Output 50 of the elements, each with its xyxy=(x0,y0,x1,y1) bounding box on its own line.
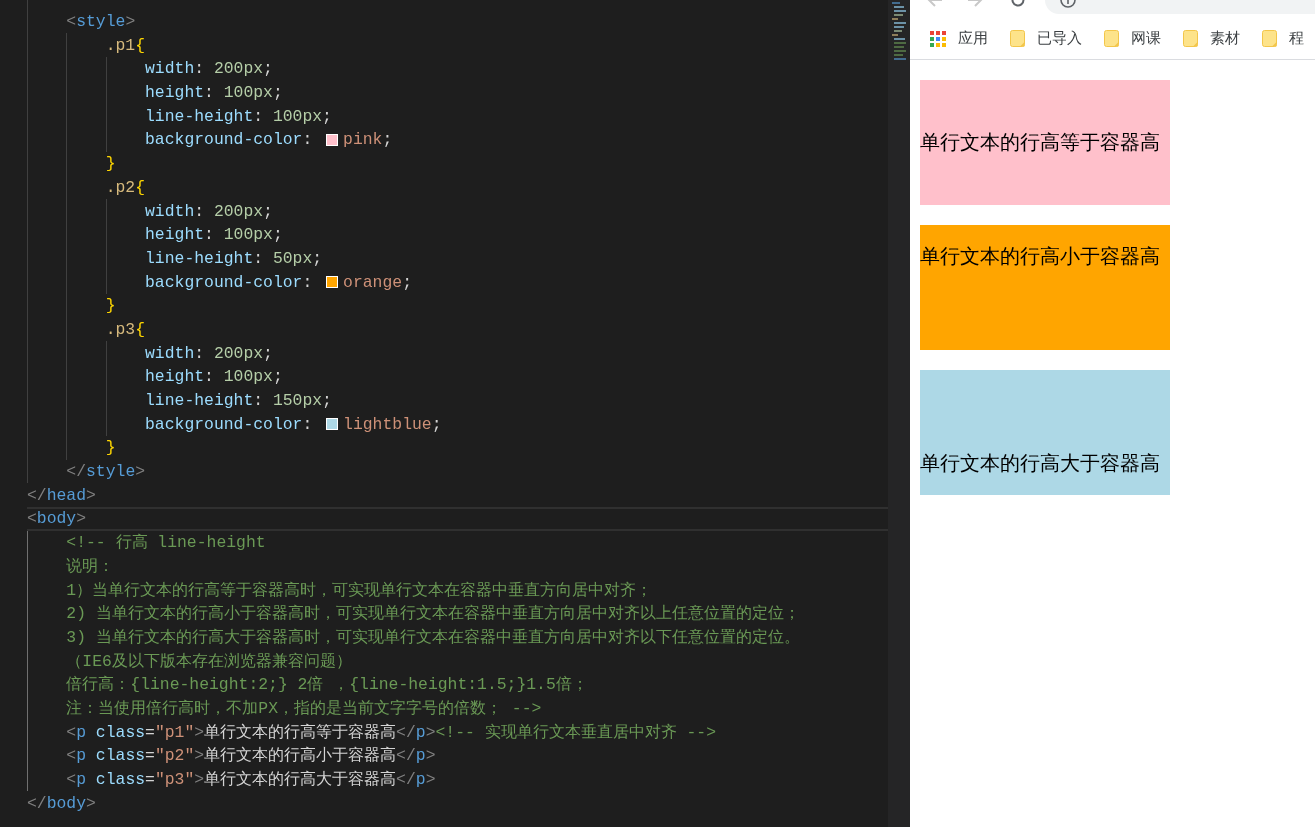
code-text: 1）当单行文本的行高等于容器高时，可实现单行文本在容器中垂直方向居中对齐； xyxy=(66,580,653,600)
code-text: .p1{ xyxy=(105,35,146,55)
code-text: .p2{ xyxy=(105,177,146,197)
paragraph-text: 单行文本的行高大于容器高 xyxy=(920,451,1160,477)
code-text: height: 100px; xyxy=(145,225,283,245)
code-text: pink; xyxy=(343,130,393,150)
bookmark-item[interactable]: 应用 xyxy=(930,29,988,48)
code-text: width: 200px; xyxy=(145,343,273,363)
code-text: height: 100px; xyxy=(145,367,283,387)
code-text: background-color: xyxy=(145,272,314,292)
bookmark-item[interactable]: 程 xyxy=(1262,29,1304,48)
code-text: <style> xyxy=(66,12,136,32)
code-text: 注：当使用倍行高时，不加PX，指的是当前文字字号的倍数； --> xyxy=(66,698,542,718)
code-text: line-height: 50px; xyxy=(145,248,323,268)
code-text: </head> xyxy=(27,485,96,505)
code-text: （IE6及以下版本存在浏览器兼容问题） xyxy=(66,651,352,671)
folder-icon xyxy=(1104,30,1119,47)
paragraph-text: 单行文本的行高等于容器高 xyxy=(920,130,1160,155)
apps-grid-icon xyxy=(930,30,946,47)
bookmark-item[interactable]: 已导入 xyxy=(1010,29,1082,48)
code-text: <p class="p1">单行文本的行高等于容器高</p><!-- 实现单行文本垂直居中对齐 --> xyxy=(66,722,716,742)
code-text: orange; xyxy=(343,272,412,292)
code-text: <!-- 行高 line-height xyxy=(66,533,266,553)
code-text: background-color: xyxy=(145,414,314,434)
folder-icon xyxy=(1010,30,1025,47)
code-text: 倍行高：{line-height:2;} 2倍 ，{line-height:1.5;}1.5倍； xyxy=(66,675,588,695)
paragraph-text: 单行文本的行高小于容器高 xyxy=(920,243,1160,269)
code-text: .p3{ xyxy=(105,319,146,339)
code-text: } xyxy=(105,296,116,316)
folder-icon xyxy=(1262,30,1277,47)
code-text: width: 200px; xyxy=(145,59,273,79)
code-text: <p class="p3">单行文本的行高大于容器高</p> xyxy=(66,770,436,790)
code-text: height: 100px; xyxy=(145,83,283,103)
code-text: </body> xyxy=(27,793,96,813)
code-text: width: 200px; xyxy=(145,201,273,221)
code-text: <body> xyxy=(27,509,87,529)
code-text: 3) 当单行文本的行高大于容器高时，可实现单行文本在容器中垂直方向居中对齐以下任意位置的定位。 xyxy=(66,627,800,647)
folder-icon xyxy=(1183,30,1198,47)
code-text: <p class="p2">单行文本的行高小于容器高</p> xyxy=(66,746,436,766)
bookmark-item[interactable]: 网课 xyxy=(1104,29,1161,48)
code-text: background-color: xyxy=(145,130,314,150)
code-text: lightblue; xyxy=(343,414,442,434)
code-text: } xyxy=(105,154,116,174)
code-text: line-height: 150px; xyxy=(145,391,332,411)
code-text: 说明： xyxy=(66,556,115,576)
bookmark-item[interactable]: 素材 xyxy=(1183,29,1240,48)
code-text: line-height: 100px; xyxy=(145,106,332,126)
code-text: </style> xyxy=(66,462,146,482)
code-text: 2) 当单行文本的行高小于容器高时，可实现单行文本在容器中垂直方向居中对齐以上任意位置的定位； xyxy=(66,604,800,624)
code-text: } xyxy=(105,438,116,458)
